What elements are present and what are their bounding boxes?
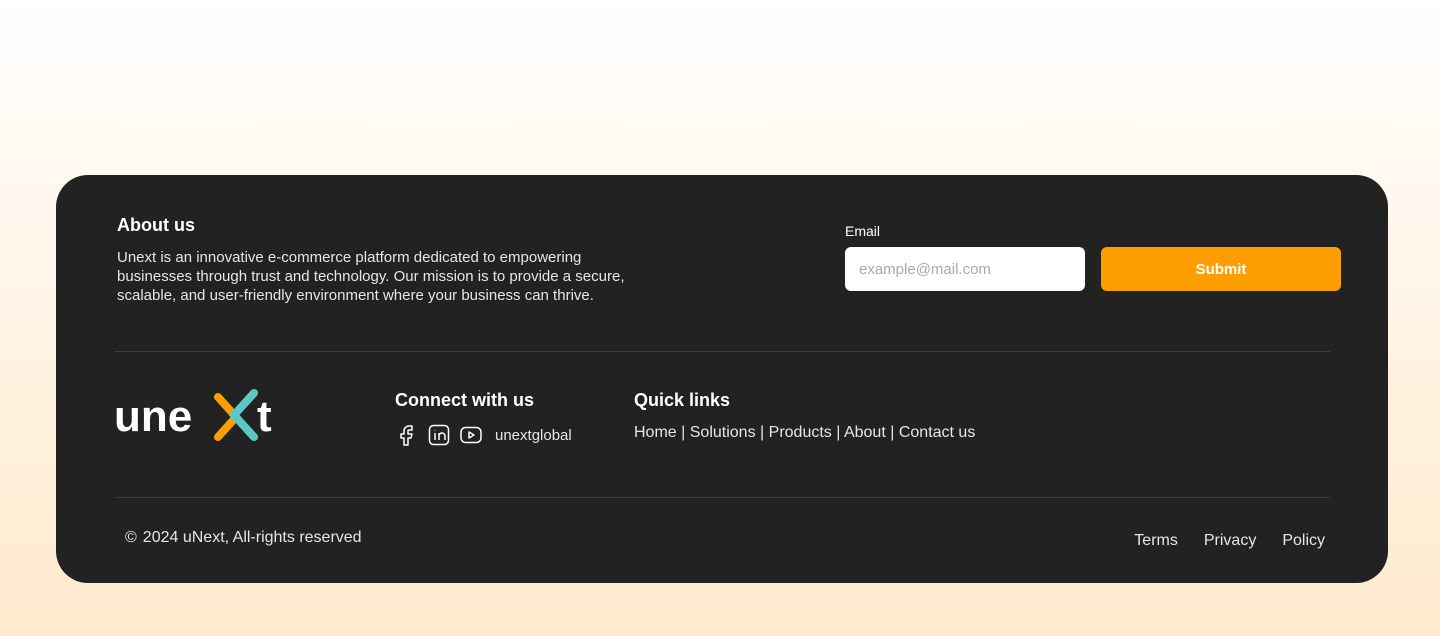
about-description: Unext is an innovative e-commerce platfo… [117, 249, 625, 304]
copyright-text: 2024 uNext, All-rights reserved [142, 529, 362, 546]
about-title: About us [117, 215, 195, 235]
svg-text:t: t [257, 392, 272, 441]
quick-link-separator: | [836, 424, 841, 441]
copyright: © 2024 uNext, All-rights reserved [125, 529, 362, 547]
social-links: unextglobal [395, 423, 572, 447]
privacy-link[interactable]: Privacy [1204, 532, 1256, 550]
legal-links: Terms Privacy Policy [1134, 532, 1325, 550]
linkedin-icon[interactable] [427, 423, 451, 447]
svg-text:une: une [114, 392, 192, 441]
submit-button[interactable]: Submit [1101, 247, 1341, 291]
quick-link-separator: | [760, 424, 765, 441]
facebook-icon[interactable] [395, 423, 419, 447]
terms-link[interactable]: Terms [1134, 532, 1178, 550]
quick-link-separator: | [890, 424, 895, 441]
quick-link-about[interactable]: About [844, 424, 886, 441]
unext-logo: une t [114, 387, 286, 443]
site-footer: About us Unext is an innovative e-commer… [56, 175, 1388, 583]
quick-link-solutions[interactable]: Solutions [690, 424, 756, 441]
connect-title: Connect with us [395, 390, 534, 410]
youtube-icon[interactable] [459, 423, 483, 447]
social-handle[interactable]: unextglobal [495, 427, 572, 444]
quick-link-contact[interactable]: Contact us [899, 424, 975, 441]
policy-link[interactable]: Policy [1282, 532, 1325, 550]
email-label: Email [845, 223, 881, 239]
quick-link-home[interactable]: Home [634, 424, 677, 441]
divider-bottom [114, 497, 1330, 498]
divider-top [114, 351, 1330, 352]
quick-link-separator: | [681, 424, 686, 441]
quick-link-products[interactable]: Products [769, 424, 832, 441]
quick-links: Home | Solutions | Products | About | Co… [634, 424, 975, 442]
copyright-icon: © [125, 529, 137, 546]
email-field[interactable] [845, 247, 1085, 291]
quick-links-title: Quick links [634, 390, 731, 410]
